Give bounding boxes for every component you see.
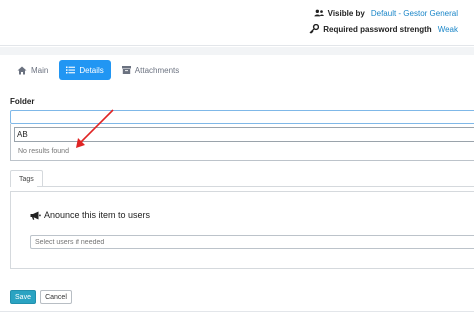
tab-main[interactable]: Main [10,60,55,80]
tab-attachments[interactable]: Attachments [115,60,186,80]
folder-select[interactable] [10,110,474,124]
bottom-divider [0,311,474,312]
password-strength-row: Required password strength Weak [309,24,458,34]
tab-attachments-label: Attachments [134,65,180,75]
password-strength-link[interactable]: Weak [438,25,458,34]
visible-by-label: Visible by [327,8,365,18]
tags-divider [37,186,474,187]
list-icon [66,66,76,74]
announce-title: Anounce this item to users [30,210,150,220]
select-users-input[interactable] [30,235,474,249]
visible-by-row: Visible by Default - Gestor General [314,8,458,18]
tab-details[interactable]: Details [59,60,111,80]
folder-search-input[interactable] [14,127,474,142]
visible-by-link[interactable]: Default - Gestor General [371,9,458,18]
tab-details-label: Details [79,65,104,75]
tab-bar: Main Details Attachments [10,60,190,80]
announce-panel: Anounce this item to users [10,191,474,269]
password-strength-label: Required password strength [323,24,432,34]
save-button[interactable]: Save [10,290,36,304]
key-icon [309,24,320,34]
megaphone-icon [30,211,41,220]
tab-main-label: Main [31,65,49,75]
tab-tags[interactable]: Tags [10,170,43,187]
top-bar: Visible by Default - Gestor General Requ… [0,0,474,46]
main-content: Main Details Attachments Folder N [0,55,474,314]
attachment-icon [121,66,131,74]
no-results-message: No results found [18,148,69,155]
folder-dropdown: No results found [10,124,474,161]
separator-band [0,47,474,55]
home-icon [17,66,27,74]
cancel-button[interactable]: Cancel [40,290,72,304]
announce-title-text: Anounce this item to users [44,210,151,220]
users-icon [314,9,324,17]
folder-label: Folder [10,97,35,106]
